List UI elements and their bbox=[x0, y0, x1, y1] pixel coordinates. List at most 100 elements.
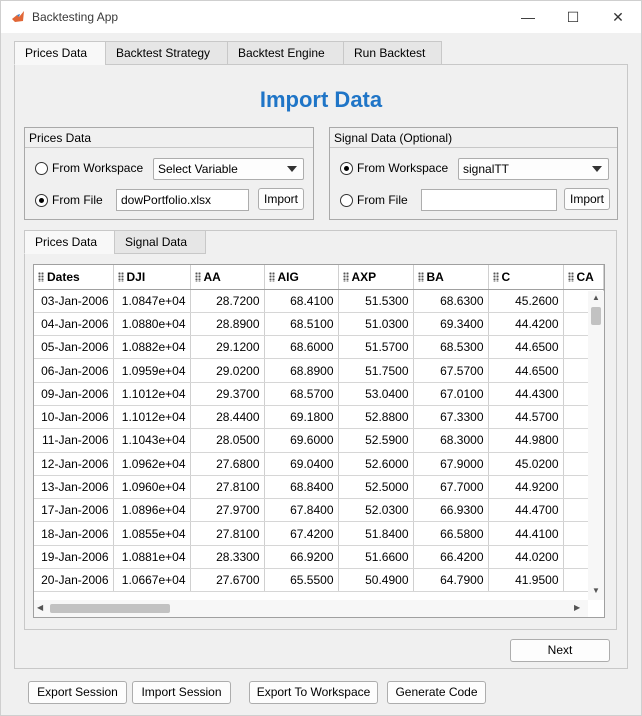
table-cell[interactable]: 27.6700 bbox=[190, 568, 265, 593]
table-cell[interactable]: 68.3000 bbox=[413, 428, 489, 453]
table-cell[interactable]: 44.4200 bbox=[488, 312, 564, 337]
table-cell[interactable]: 44.0200 bbox=[488, 545, 564, 570]
tab-signal-data-table[interactable]: Signal Data bbox=[114, 230, 206, 254]
table-row[interactable]: 04-Jan-2006 1.0880e+04 28.8900 68.5100 51.03… bbox=[34, 312, 604, 337]
drag-handle-icon[interactable] bbox=[117, 271, 124, 282]
table-row[interactable]: 18-Jan-2006 1.0855e+04 27.8100 67.4200 51.84… bbox=[34, 521, 604, 546]
table-cell[interactable]: 69.0400 bbox=[264, 452, 339, 476]
column-header[interactable]: CA bbox=[563, 265, 604, 290]
table-cell[interactable]: 44.4700 bbox=[488, 498, 564, 523]
table-cell[interactable]: 65.5500 bbox=[264, 568, 339, 593]
table-cell[interactable]: 27.8100 bbox=[190, 521, 265, 546]
signal-file-field[interactable] bbox=[421, 189, 557, 211]
table-cell[interactable]: 68.5300 bbox=[413, 335, 489, 360]
table-cell[interactable]: 51.5700 bbox=[338, 335, 414, 360]
generate-code-button[interactable]: Generate Code bbox=[387, 681, 486, 704]
table-cell[interactable]: 52.5900 bbox=[338, 428, 414, 453]
close-button[interactable]: ✕ bbox=[601, 5, 635, 29]
signal-workspace-dropdown[interactable]: signalTT bbox=[458, 158, 609, 180]
table-cell[interactable]: 28.4400 bbox=[190, 405, 265, 430]
table-cell[interactable]: 1.0962e+04 bbox=[113, 452, 191, 476]
column-header[interactable]: C bbox=[488, 265, 564, 290]
export-session-button[interactable]: Export Session bbox=[28, 681, 127, 704]
table-row[interactable]: 05-Jan-2006 1.0882e+04 29.1200 68.6000 51.57… bbox=[34, 335, 604, 360]
scroll-right-icon[interactable]: ▶ bbox=[574, 603, 580, 612]
export-to-workspace-button[interactable]: Export To Workspace bbox=[249, 681, 378, 704]
drag-handle-icon[interactable] bbox=[417, 271, 424, 282]
tab-prices-data-table[interactable]: Prices Data bbox=[24, 230, 115, 254]
column-header[interactable]: AXP bbox=[338, 265, 414, 290]
table-cell[interactable]: 1.1043e+04 bbox=[113, 428, 191, 453]
table-cell[interactable]: 52.5000 bbox=[338, 475, 414, 500]
table-cell[interactable]: 27.6800 bbox=[190, 452, 265, 476]
signal-from-workspace-radio[interactable] bbox=[340, 162, 353, 175]
drag-handle-icon[interactable] bbox=[268, 271, 275, 282]
table-cell[interactable]: 03-Jan-2006 bbox=[34, 289, 114, 313]
table-cell[interactable]: 1.0855e+04 bbox=[113, 521, 191, 546]
table-cell[interactable]: 44.4300 bbox=[488, 382, 564, 406]
table-cell[interactable]: 1.0667e+04 bbox=[113, 568, 191, 593]
signal-from-file-radio[interactable] bbox=[340, 194, 353, 207]
table-cell[interactable]: 09-Jan-2006 bbox=[34, 382, 114, 406]
table-cell[interactable]: 28.3300 bbox=[190, 545, 265, 570]
table-cell[interactable]: 69.6000 bbox=[264, 428, 339, 453]
prices-file-field[interactable]: dowPortfolio.xlsx bbox=[116, 189, 249, 211]
table-row[interactable]: 09-Jan-2006 1.1012e+04 29.3700 68.5700 53.04… bbox=[34, 382, 604, 406]
table-cell[interactable]: 67.3300 bbox=[413, 405, 489, 430]
table-cell[interactable]: 44.6500 bbox=[488, 358, 564, 383]
table-cell[interactable]: 52.8800 bbox=[338, 405, 414, 430]
table-cell[interactable]: 66.5800 bbox=[413, 521, 489, 546]
table-cell[interactable]: 51.0300 bbox=[338, 312, 414, 337]
column-header[interactable]: AIG bbox=[264, 265, 339, 290]
prices-from-workspace-radio[interactable] bbox=[35, 162, 48, 175]
drag-handle-icon[interactable] bbox=[38, 271, 44, 282]
table-cell[interactable]: 18-Jan-2006 bbox=[34, 521, 114, 546]
table-cell[interactable]: 29.3700 bbox=[190, 382, 265, 406]
vertical-scrollbar[interactable]: ▲ ▼ bbox=[588, 291, 604, 600]
table-row[interactable]: 12-Jan-2006 1.0962e+04 27.6800 69.0400 52.60… bbox=[34, 452, 604, 476]
table-cell[interactable]: 67.5700 bbox=[413, 358, 489, 383]
table-cell[interactable]: 44.4100 bbox=[488, 521, 564, 546]
table-cell[interactable]: 27.9700 bbox=[190, 498, 265, 523]
table-cell[interactable]: 12-Jan-2006 bbox=[34, 452, 114, 476]
table-cell[interactable]: 68.5100 bbox=[264, 312, 339, 337]
table-cell[interactable]: 67.0100 bbox=[413, 382, 489, 406]
import-session-button[interactable]: Import Session bbox=[132, 681, 231, 704]
table-cell[interactable]: 1.0881e+04 bbox=[113, 545, 191, 570]
table-cell[interactable]: 67.8400 bbox=[264, 498, 339, 523]
scroll-down-icon[interactable]: ▼ bbox=[592, 586, 600, 595]
table-cell[interactable]: 1.0896e+04 bbox=[113, 498, 191, 523]
prices-import-button[interactable]: Import bbox=[258, 188, 304, 210]
minimize-button[interactable]: — bbox=[511, 5, 545, 29]
table-cell[interactable]: 68.8900 bbox=[264, 358, 339, 383]
tab-run-backtest[interactable]: Run Backtest bbox=[343, 41, 442, 65]
table-cell[interactable]: 45.2600 bbox=[488, 289, 564, 313]
vertical-scroll-thumb[interactable] bbox=[591, 307, 601, 325]
table-row[interactable]: 19-Jan-2006 1.0881e+04 28.3300 66.9200 51.66… bbox=[34, 545, 604, 570]
table-cell[interactable]: 66.9300 bbox=[413, 498, 489, 523]
table-cell[interactable]: 06-Jan-2006 bbox=[34, 358, 114, 383]
table-cell[interactable]: 1.0960e+04 bbox=[113, 475, 191, 500]
table-cell[interactable]: 27.8100 bbox=[190, 475, 265, 500]
table-row[interactable]: 13-Jan-2006 1.0960e+04 27.8100 68.8400 52.50… bbox=[34, 475, 604, 500]
tab-prices-data[interactable]: Prices Data bbox=[14, 41, 106, 65]
horizontal-scrollbar[interactable]: ◀ ▶ bbox=[34, 600, 588, 617]
prices-from-file-radio[interactable] bbox=[35, 194, 48, 207]
table-cell[interactable]: 51.7500 bbox=[338, 358, 414, 383]
table-cell[interactable]: 51.8400 bbox=[338, 521, 414, 546]
table-cell[interactable]: 64.7900 bbox=[413, 568, 489, 593]
table-cell[interactable]: 05-Jan-2006 bbox=[34, 335, 114, 360]
drag-handle-icon[interactable] bbox=[342, 271, 349, 282]
table-row[interactable]: 11-Jan-2006 1.1043e+04 28.0500 69.6000 52.59… bbox=[34, 428, 604, 453]
table-cell[interactable]: 28.8900 bbox=[190, 312, 265, 337]
table-cell[interactable]: 67.7000 bbox=[413, 475, 489, 500]
table-cell[interactable]: 1.0882e+04 bbox=[113, 335, 191, 360]
table-cell[interactable]: 1.0880e+04 bbox=[113, 312, 191, 337]
table-cell[interactable]: 1.0959e+04 bbox=[113, 358, 191, 383]
table-row[interactable]: 10-Jan-2006 1.1012e+04 28.4400 69.1800 52.88… bbox=[34, 405, 604, 430]
table-row[interactable]: 06-Jan-2006 1.0959e+04 29.0200 68.8900 51.75… bbox=[34, 358, 604, 383]
table-cell[interactable]: 1.1012e+04 bbox=[113, 405, 191, 430]
next-button[interactable]: Next bbox=[510, 639, 610, 662]
table-cell[interactable]: 51.6600 bbox=[338, 545, 414, 570]
table-cell[interactable]: 1.1012e+04 bbox=[113, 382, 191, 406]
